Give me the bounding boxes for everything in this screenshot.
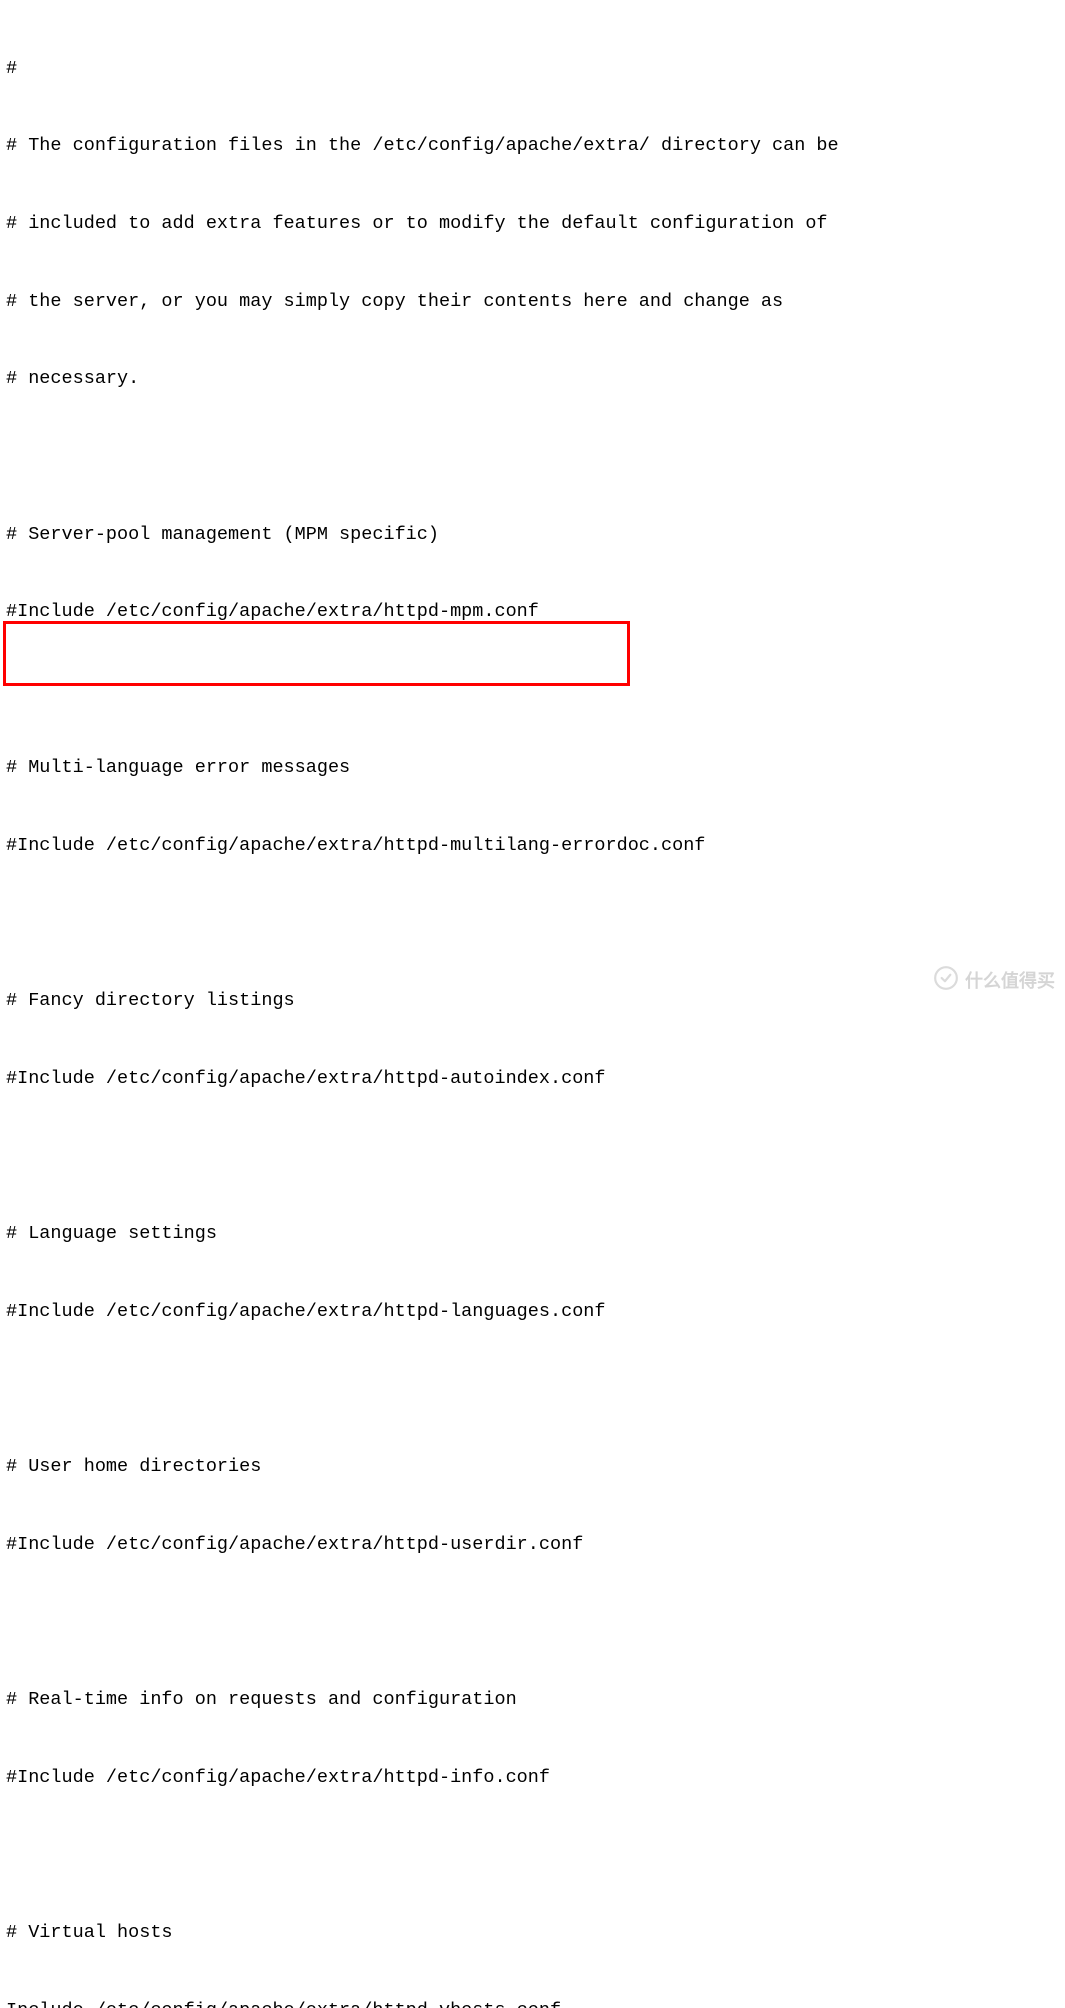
config-line: #Include /etc/config/apache/extra/httpd-… (6, 1532, 1059, 1558)
config-line (6, 1376, 1059, 1402)
config-line: Include /etc/config/apache/extra/httpd-v… (6, 1998, 1059, 2008)
config-line: # Fancy directory listings (6, 988, 1059, 1014)
config-line: # The configuration files in the /etc/co… (6, 133, 1059, 159)
config-line: # Language settings (6, 1221, 1059, 1247)
config-line (6, 1143, 1059, 1169)
config-line: #Include /etc/config/apache/extra/httpd-… (6, 833, 1059, 859)
config-line: # the server, or you may simply copy the… (6, 289, 1059, 315)
config-line: # Real-time info on requests and configu… (6, 1687, 1059, 1713)
config-line (6, 444, 1059, 470)
config-line: # necessary. (6, 366, 1059, 392)
config-line: # Multi-language error messages (6, 755, 1059, 781)
config-line: #Include /etc/config/apache/extra/httpd-… (6, 1765, 1059, 1791)
config-line (6, 910, 1059, 936)
config-line (6, 677, 1059, 703)
config-line: #Include /etc/config/apache/extra/httpd-… (6, 1299, 1059, 1325)
config-line: # (6, 56, 1059, 82)
config-line (6, 1609, 1059, 1635)
watermark: 什么值得买 (933, 965, 1055, 998)
config-line: # User home directories (6, 1454, 1059, 1480)
config-line: # Server-pool management (MPM specific) (6, 522, 1059, 548)
config-line: # included to add extra features or to m… (6, 211, 1059, 237)
watermark-text: 什么值得买 (965, 969, 1055, 994)
config-line (6, 1842, 1059, 1868)
config-line: #Include /etc/config/apache/extra/httpd-… (6, 599, 1059, 625)
config-file-content[interactable]: # # The configuration files in the /etc/… (6, 4, 1059, 2008)
config-line: # Virtual hosts (6, 1920, 1059, 1946)
config-line: #Include /etc/config/apache/extra/httpd-… (6, 1066, 1059, 1092)
watermark-icon (933, 965, 959, 998)
